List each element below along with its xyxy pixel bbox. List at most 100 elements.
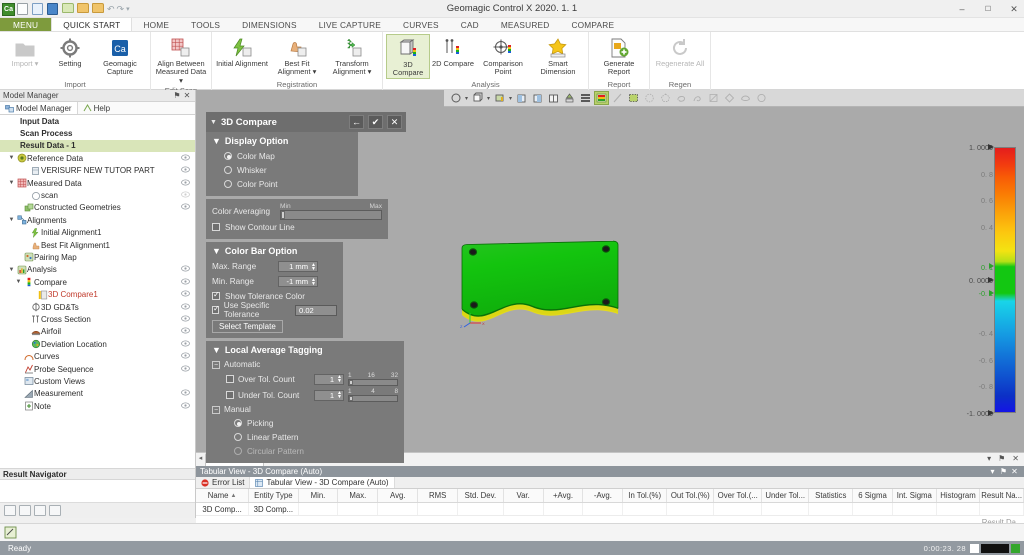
table-column-header[interactable]: Out Tol.(%) (667, 489, 714, 502)
over-tol-slider-thumb[interactable] (349, 380, 353, 385)
manual-group-header[interactable]: − Manual (212, 403, 398, 416)
tree-twisty-icon[interactable]: ▼ (7, 267, 16, 273)
automatic-expander-icon[interactable]: − (212, 361, 220, 369)
table-column-header[interactable]: -Avg. (583, 489, 623, 502)
viewport-toolbar[interactable]: ▾▾▾ (444, 90, 1024, 107)
tabular-tabs[interactable]: Error List Tabular View - 3D Compare (Au… (196, 477, 1024, 489)
shaded-model-icon[interactable] (492, 91, 507, 105)
specific-tolerance-input[interactable]: 0.02 (295, 305, 337, 316)
table-column-header[interactable]: RMS (418, 489, 458, 502)
model-manager-tabs[interactable]: Model Manager Help (0, 102, 195, 115)
ribbon-button-align-between-measured-data[interactable]: Align Between Measured Data ▾ (154, 34, 208, 85)
tree-item-3d-gd-ts[interactable]: 3D GD&Ts (0, 301, 195, 313)
model-view-close-icon[interactable]: ✕ (1012, 452, 1019, 466)
tree-twisty-icon[interactable]: ▼ (7, 180, 16, 186)
ribbon-button-transform-alignment[interactable]: Transform Alignment ▾ (325, 34, 379, 77)
tree-item-result-data-1[interactable]: Result Data - 1 (0, 140, 195, 152)
radio-color-map[interactable]: Color Map (212, 149, 352, 163)
visibility-eye-icon[interactable] (179, 265, 191, 274)
ribbon-button-generate-report[interactable]: Generate Report (592, 34, 646, 77)
tab-tabular-view[interactable]: Tabular View - 3D Compare (Auto) (250, 477, 394, 488)
color-bar-option-header[interactable]: ▼ Color Bar Option (212, 246, 337, 256)
dialog-cancel-button[interactable]: ✕ (387, 115, 402, 129)
visibility-eye-icon[interactable] (179, 203, 191, 212)
ribbon-tab-tools[interactable]: TOOLS (180, 18, 231, 31)
dialog-collapse-icon[interactable]: ▼ (210, 119, 217, 126)
ribbon-button-setting[interactable]: Setting (48, 34, 92, 68)
ribbon-toolbar[interactable]: Import ▾SettingCaGeomagic CaptureImportA… (0, 32, 1024, 90)
tab-scroll-left-icon[interactable]: ◂ (196, 452, 205, 466)
table-column-header[interactable]: Std. Dev. (458, 489, 504, 502)
min-range-row[interactable]: Min. Range -1 mm ▲▼ (212, 274, 337, 289)
tree-item-verisurf-new-tutor-part[interactable]: VERISURF NEW TUTOR PART (0, 165, 195, 177)
color-bar-marker-arrow[interactable] (989, 263, 994, 269)
model-tree[interactable]: Input DataScan ProcessResult Data - 1▼Re… (0, 115, 195, 468)
under-tol-count-stepper-icon[interactable]: ▲▼ (337, 391, 342, 399)
use-specific-tolerance-row[interactable]: Use Specific Tolerance 0.02 (212, 303, 337, 317)
color-bar-marker-arrow[interactable] (988, 277, 994, 283)
tab-error-list[interactable]: Error List (196, 477, 250, 488)
table-column-header[interactable]: Max. (338, 489, 378, 502)
table-column-header[interactable]: +Avg. (544, 489, 584, 502)
ribbon-tab-compare[interactable]: COMPARE (560, 18, 625, 31)
3d-compare-dialog[interactable]: ▼ 3D Compare ← ✔ ✕ ▼ Display Option Colo… (206, 112, 404, 463)
ribbon-tab-curves[interactable]: CURVES (392, 18, 450, 31)
table-header-row[interactable]: Name▲Entity TypeMin.Max.Avg.RMSStd. Dev.… (196, 489, 1024, 503)
table-column-header[interactable]: Name▲ (196, 489, 249, 502)
radio-circular-pattern[interactable]: Circular Pattern (212, 444, 398, 458)
show-tolerance-color-checkbox[interactable] (212, 292, 220, 300)
color-bar-marker-arrow[interactable] (988, 410, 994, 416)
ribbon-tab-quick-start[interactable]: QUICK START (51, 18, 132, 31)
capture-view-3-icon[interactable] (34, 505, 46, 516)
tree-item-airfoil[interactable]: Airfoil (0, 326, 195, 338)
visibility-eye-icon[interactable] (179, 191, 191, 200)
show-contour-line-row[interactable]: Show Contour Line (212, 220, 382, 234)
bottom-toolbar[interactable] (0, 523, 1024, 541)
ribbon-tab-measured[interactable]: MEASURED (490, 18, 561, 31)
table-column-header[interactable]: Histogram (937, 489, 981, 502)
tabular-close-icon[interactable]: ✕ (1009, 467, 1020, 476)
tab-model-manager[interactable]: Model Manager (0, 102, 78, 114)
ribbon-button-comparison-point[interactable]: Comparison Point (476, 34, 530, 77)
capture-view-4-icon[interactable] (49, 505, 61, 516)
tabular-menu-icon[interactable]: ▾ (987, 467, 998, 476)
color-map-display-icon[interactable] (594, 91, 609, 105)
tree-item-probe-sequence[interactable]: Probe Sequence (0, 363, 195, 375)
table-column-header[interactable]: Int. Sigma (893, 489, 937, 502)
deviation-color-bar[interactable]: 1. 00000. 80. 60. 40. 10. 0000-0. 1-0. 4… (958, 137, 1020, 427)
ribbon-button-initial-alignment[interactable]: Initial Alignment (215, 34, 269, 68)
radio-picking[interactable]: Picking (212, 416, 398, 430)
capture-view-1-icon[interactable] (4, 505, 16, 516)
tree-item-3d-compare1[interactable]: 3D Compare1 (0, 288, 195, 300)
tree-item-pairing-map[interactable]: Pairing Map (0, 251, 195, 263)
ribbon-tab-cad[interactable]: CAD (450, 18, 490, 31)
tree-item-input-data[interactable]: Input Data (0, 115, 195, 127)
under-tol-count-spinner[interactable]: 1 ▲▼ (314, 390, 344, 401)
ribbon-button-3d-compare[interactable]: 3D Compare (386, 34, 430, 79)
ribbon-tab-live-capture[interactable]: LIVE CAPTURE (308, 18, 392, 31)
tree-item-custom-views[interactable]: Custom Views (0, 375, 195, 387)
visibility-eye-icon[interactable] (179, 154, 191, 163)
capture-view-2-icon[interactable] (19, 505, 31, 516)
under-tol-slider-thumb[interactable] (349, 396, 353, 401)
tree-item-scan-process[interactable]: Scan Process (0, 127, 195, 139)
model-view-menu-icon[interactable]: ▾ (987, 452, 991, 466)
tree-item-scan[interactable]: scan (0, 189, 195, 201)
under-tol-count-slider[interactable] (348, 395, 398, 402)
tab-help[interactable]: Help (78, 102, 115, 114)
table-column-header[interactable]: Under Tol... (762, 489, 809, 502)
show-contour-line-checkbox[interactable] (212, 223, 220, 231)
display-option-header[interactable]: ▼ Display Option (212, 136, 352, 146)
mesh-box-icon[interactable] (470, 91, 485, 105)
selection-mode-icon[interactable] (3, 526, 17, 540)
close-icon[interactable]: ✕ (182, 91, 192, 100)
visibility-eye-icon[interactable] (179, 402, 191, 411)
local-average-tagging-header[interactable]: ▼ Local Average Tagging (212, 345, 398, 355)
visibility-eye-icon[interactable] (179, 340, 191, 349)
tree-twisty-icon[interactable]: ▼ (14, 279, 23, 285)
max-range-spinner[interactable]: 1 mm ▲▼ (278, 261, 318, 272)
min-range-stepper-icon[interactable]: ▲▼ (311, 278, 316, 286)
toolbar-dropdown-icon[interactable]: ▾ (464, 95, 469, 102)
overlay-view-icon[interactable] (562, 91, 577, 105)
model-view-pin-icon[interactable]: ⚑ (998, 452, 1005, 466)
